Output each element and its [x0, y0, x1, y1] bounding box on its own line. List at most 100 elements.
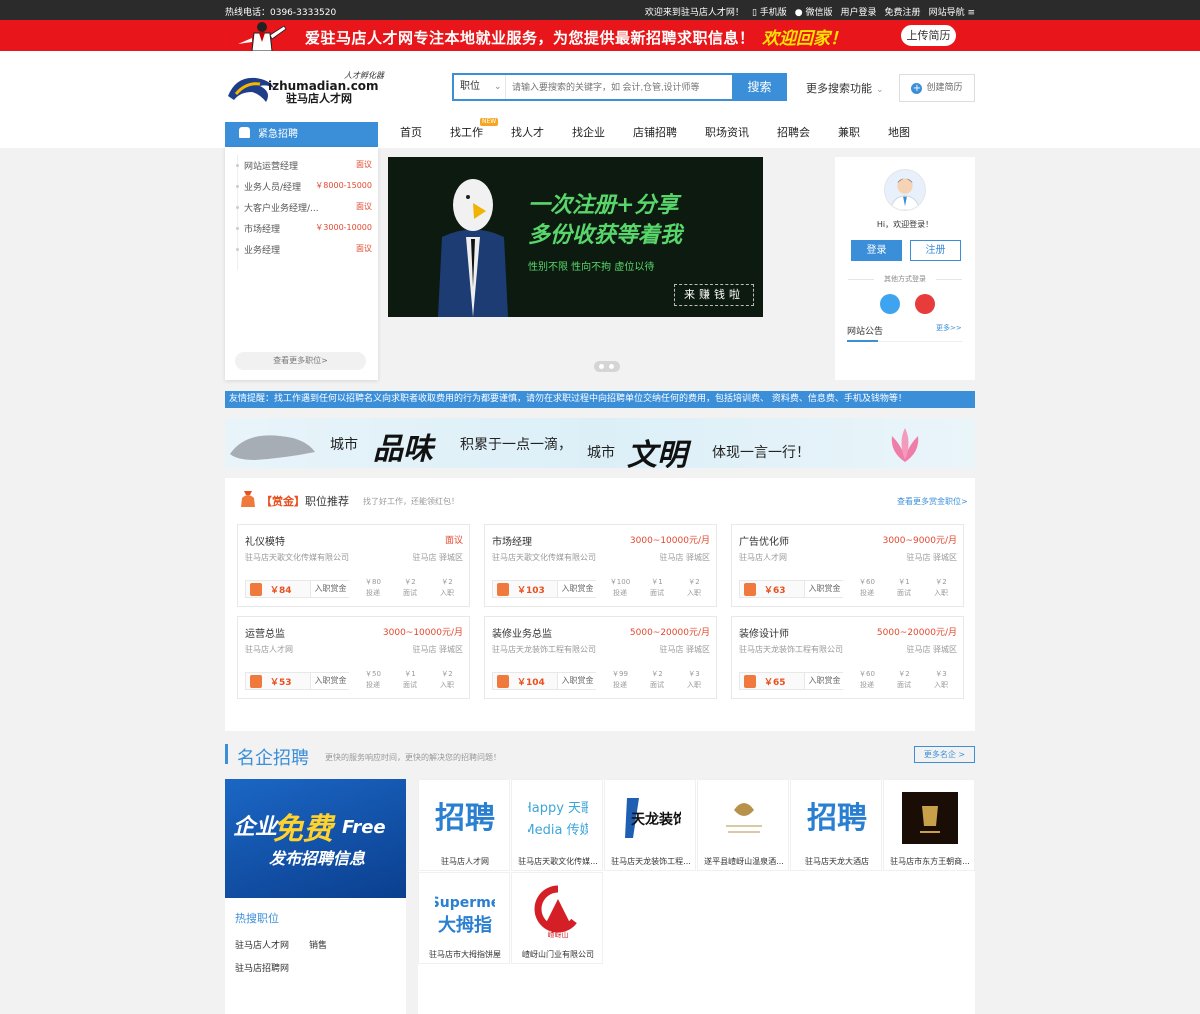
svg-text:Happy 天歌: Happy 天歌 [528, 801, 588, 816]
hero-banner[interactable]: 一次注册+分享 多份收获等着我 性别不限 性向不拘 虚位以待 来赚钱啦 [388, 157, 763, 317]
nav-find-company[interactable]: 找企业 [572, 124, 605, 140]
svg-text:天龙装饰: 天龙装饰 [631, 811, 681, 828]
reward-job-card[interactable]: 市场经理 3000~10000元/月 驻马店天歌文化传媒有限公司 驻马店 驿城区… [484, 524, 717, 607]
company-grid: 招聘 驻马店人才网 Happy 天歌Media 传媒 驻马店天歌文化传媒... … [418, 779, 975, 1014]
money-bag-icon [250, 583, 262, 596]
mobile-link[interactable]: ▯ 手机版 [752, 5, 787, 18]
company-tile[interactable]: Superme大拇指 驻马店市大拇指饼屋 [418, 872, 510, 964]
company-logo: 招聘 [807, 801, 867, 836]
upload-resume-button[interactable]: 上传简历 [901, 25, 956, 46]
nav-job-fair[interactable]: 招聘会 [777, 124, 810, 140]
hot-search-link[interactable]: 销售 [309, 938, 327, 951]
more-search-link[interactable]: 更多搜索功能 ⌄ [806, 80, 884, 96]
company-tile[interactable]: Happy 天歌Media 传媒 驻马店天歌文化传媒... [511, 779, 603, 871]
welcome-text: 欢迎来到驻马店人才网！ [644, 8, 744, 18]
slogan-text: 城市 [330, 437, 358, 453]
register-button[interactable]: 注册 [910, 240, 961, 261]
site-nav-link[interactable]: 网站导航 ≡ [929, 5, 975, 18]
reward-job-card[interactable]: 广告优化师 3000~9000元/月 驻马店人才网 驻马店 驿城区 ￥63 入职赏… [731, 524, 964, 607]
more-companies-button[interactable]: 更多名企 > [914, 746, 975, 763]
company-tile[interactable]: 驻马店市东方王朝商... [883, 779, 975, 871]
company-tile[interactable]: 招聘 驻马店天龙大酒店 [790, 779, 882, 871]
site-notice-title: 网站公告 [847, 327, 884, 337]
bonus-box: ￥103 入职赏金 [492, 580, 597, 598]
money-bag-icon [497, 583, 509, 596]
plus-icon: + [911, 83, 923, 94]
company-tile[interactable]: 招聘 驻马店人才网 [418, 779, 510, 871]
new-badge: NEW [480, 118, 499, 126]
urgent-job-item[interactable]: 业务经理 面议 [236, 243, 372, 256]
hot-search-panel: 热搜职位 驻马店人才网 销售 驻马店招聘网 [225, 898, 406, 1014]
urgent-job-item[interactable]: 网站运营经理 面议 [236, 159, 372, 172]
urgent-jobs-panel: 网站运营经理 面议 业务人员/经理 ￥8000-15000 大客户业务经理/... 面… [225, 147, 378, 380]
search-button[interactable]: 搜索 [732, 73, 787, 101]
hot-search-link[interactable]: 驻马店人才网 [235, 938, 289, 951]
urgent-job-item[interactable]: 市场经理 ￥3000-10000 [236, 222, 372, 235]
company-logo [902, 792, 958, 844]
bonus-box: ￥104 入职赏金 [492, 672, 597, 690]
money-bag-icon [250, 675, 262, 688]
nav-shop-recruit[interactable]: 店铺招聘 [633, 124, 677, 140]
company-tile[interactable]: 天龙装饰 驻马店天龙装饰工程... [604, 779, 696, 871]
red-banner[interactable]: 爱驻马店人才网专注本地就业服务，为您提供最新招聘求职信息！ 欢迎回家！ 上传简历 [0, 20, 1200, 51]
nav-find-job[interactable]: 找工作 NEW [450, 118, 499, 140]
top-bar: 热线电话：0396-3333520 欢迎来到驻马店人才网！ ▯ 手机版 ● 微信… [0, 0, 1200, 20]
safety-tip-bar: 友情提醒：找工作遇到任何以招聘名义向求职者收取费用的行为都要谨慎，请勿在求职过程… [225, 391, 975, 408]
svg-text:人才孵化器: 人才孵化器 [344, 71, 385, 80]
reward-title: 【赏金】职位推荐 [261, 495, 349, 508]
bell-icon [239, 127, 250, 138]
famous-companies-subtitle: 更快的服务响应时间，更快的解决您的招聘问题！ [325, 753, 501, 762]
login-button[interactable]: 登录 [851, 240, 902, 261]
slogan-calligraphy: 品味 [373, 432, 433, 467]
reward-job-card[interactable]: 装修业务总监 5000~20000元/月 驻马店天龙装饰工程有限公司 驻马店 驿… [484, 616, 717, 699]
svg-text:嵖岈山: 嵖岈山 [548, 930, 569, 939]
nav-find-talent[interactable]: 找人才 [511, 124, 544, 140]
notice-more-link[interactable]: 更多>> [936, 323, 962, 333]
nav-map[interactable]: 地图 [888, 124, 910, 140]
hero-line-2: 多份收获等着我 [528, 222, 683, 248]
bonus-box: ￥63 入职赏金 [739, 580, 844, 598]
reward-job-card[interactable]: 运营总监 3000~10000元/月 驻马店人才网 驻马店 驿城区 ￥53 入职赏… [237, 616, 470, 699]
city-slogan-banner: 城市 品味 积累于一点一滴， 城市 文明 体现一言一行！ [225, 418, 975, 468]
urgent-job-item[interactable]: 大客户业务经理/... 面议 [236, 201, 372, 214]
top-links: 欢迎来到驻马店人才网！ ▯ 手机版 ● 微信版 用户登录 免费注册 网站导航 ≡ [645, 5, 975, 18]
bonus-box: ￥65 入职赏金 [739, 672, 844, 690]
nav-home[interactable]: 首页 [400, 124, 422, 140]
hot-search-link[interactable]: 驻马店招聘网 [235, 961, 289, 974]
company-tile[interactable]: 遂平县嵖岈山温泉酒... [697, 779, 789, 871]
wechat-link[interactable]: ● 微信版 [795, 5, 833, 18]
free-post-ad[interactable]: 企业 免费 Free 发布招聘信息 [225, 779, 406, 898]
main-nav: 首页 找工作 NEW 找人才 找企业 店铺招聘 职场资讯 招聘会 兼职 地图 [400, 118, 938, 140]
create-resume-button[interactable]: + 创建简历 [899, 74, 975, 102]
company-logo: Superme 大拇指 [435, 895, 495, 936]
reward-jobs-section: 【赏金】职位推荐 找了好工作，还能领红包！ 查看更多赏金职位> 礼仪模特 面议 … [225, 478, 975, 731]
view-more-jobs-button[interactable]: 查看更多职位> [235, 352, 366, 370]
company-logo: Happy 天歌 Media 传媒 [528, 801, 588, 838]
company-tile[interactable]: 嵖岈山 嵖岈山门业有限公司 [511, 872, 603, 964]
nav-part-time[interactable]: 兼职 [838, 124, 860, 140]
svg-text:招聘: 招聘 [435, 801, 495, 836]
hero-line-3: 性别不限 性向不拘 虚位以待 [528, 262, 655, 273]
company-logo: 招聘 [435, 801, 495, 836]
search-category-select[interactable]: 职位 ⌄ [454, 75, 506, 99]
urgent-jobs-tab[interactable]: 紧急招聘 [225, 122, 378, 147]
urgent-job-item[interactable]: 业务人员/经理 ￥8000-15000 [236, 180, 372, 193]
weibo-login-icon[interactable] [915, 294, 935, 314]
bonus-box: ￥53 入职赏金 [245, 672, 350, 690]
banner-welcome-home: 欢迎回家！ [762, 29, 847, 49]
company-logo: 嵖岈山 [534, 885, 577, 939]
qq-login-icon[interactable] [880, 294, 900, 314]
reward-job-card[interactable]: 装修设计师 5000~20000元/月 驻马店天龙装饰工程有限公司 驻马店 驿城… [731, 616, 964, 699]
search-input[interactable] [512, 79, 727, 95]
carousel-dots[interactable] [594, 361, 620, 372]
site-logo[interactable]: izhumadian.com 驻马店人才网 人才孵化器 [226, 68, 411, 108]
company-logo [726, 803, 762, 833]
reward-job-card[interactable]: 礼仪模特 面议 驻马店天歌文化传媒有限公司 驻马店 驿城区 ￥84 入职赏金 ￥8… [237, 524, 470, 607]
more-reward-jobs-link[interactable]: 查看更多赏金职位> [897, 496, 968, 507]
nav-career-news[interactable]: 职场资讯 [705, 124, 749, 140]
avatar [884, 169, 926, 211]
user-login-link[interactable]: 用户登录 [841, 5, 877, 18]
free-register-link[interactable]: 免费注册 [885, 5, 921, 18]
slogan-text: 体现一言一行！ [712, 445, 810, 461]
phone-icon: ▯ [751, 8, 757, 18]
